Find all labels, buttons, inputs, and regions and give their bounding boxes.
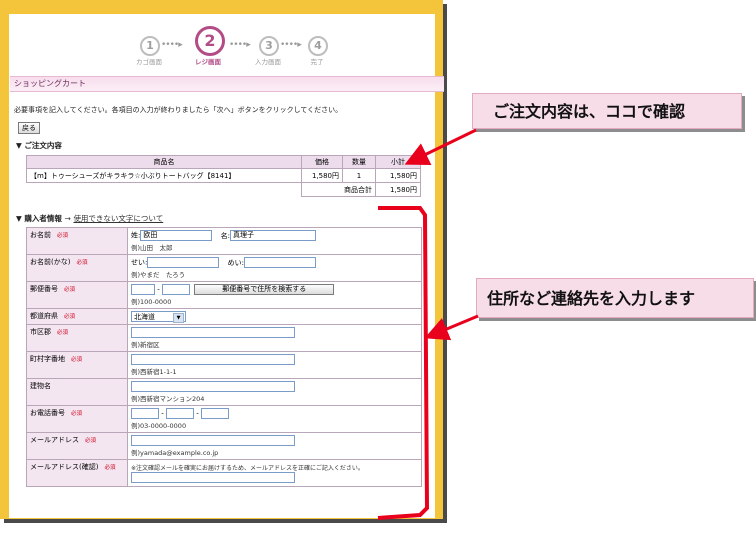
callout-order-arrow <box>404 128 477 165</box>
annotation-overlay <box>377 128 479 520</box>
callout-address-arrow <box>424 314 479 341</box>
address-bracket <box>377 206 430 520</box>
